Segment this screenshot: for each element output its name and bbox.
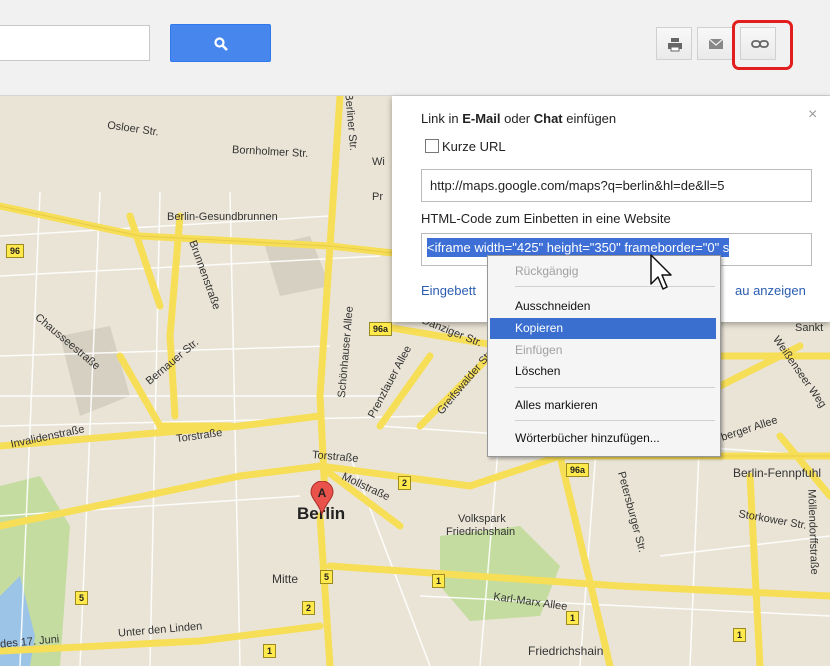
- context-menu: Rückgängig Ausschneiden Kopieren Einfüge…: [487, 255, 721, 457]
- district-label: Sankt: [795, 322, 824, 334]
- location-marker[interactable]: A: [310, 480, 334, 520]
- route-shield: 1: [566, 611, 580, 625]
- link-url-field[interactable]: http://maps.google.com/maps?q=berlin&hl=…: [421, 169, 812, 202]
- short-url-checkbox[interactable]: [425, 139, 439, 153]
- district-label: Berlin-Fennpfuhl: [733, 466, 822, 480]
- embed-code-label: HTML-Code zum Einbetten in eine Website: [421, 211, 671, 226]
- route-shield: 5: [75, 591, 89, 605]
- close-icon[interactable]: ×: [808, 106, 817, 124]
- route-shield: 5: [320, 570, 334, 584]
- route-shield: 96a: [369, 322, 393, 336]
- short-url-option[interactable]: Kurze URL: [425, 139, 506, 154]
- menu-item-delete[interactable]: Löschen: [490, 361, 716, 382]
- view-larger-map-link[interactable]: au anzeigen: [735, 283, 806, 298]
- customize-embed-link[interactable]: Eingebett: [421, 283, 476, 298]
- marker-letter: A: [318, 486, 327, 500]
- menu-item-paste[interactable]: Einfügen: [490, 340, 716, 361]
- print-button[interactable]: [656, 27, 692, 60]
- park-label: Friedrichshain: [446, 526, 516, 538]
- menu-item-cut[interactable]: Ausschneiden: [490, 296, 716, 317]
- route-shield: 1: [432, 574, 446, 588]
- menu-item-add-dictionaries[interactable]: Wörterbücher hinzufügen...: [490, 428, 716, 449]
- search-icon: [214, 37, 228, 51]
- menu-item-undo[interactable]: Rückgängig: [490, 261, 716, 282]
- menu-item-copy[interactable]: Kopieren: [490, 318, 716, 339]
- search-button[interactable]: [170, 24, 271, 62]
- print-icon: [668, 38, 682, 52]
- menu-separator: [515, 387, 715, 388]
- station-label: Berlin-Gesundbrunnen: [167, 211, 278, 223]
- route-shield: 96: [6, 244, 25, 258]
- route-shield: 2: [302, 601, 316, 615]
- menu-item-select-all[interactable]: Alles markieren: [490, 395, 716, 416]
- menu-separator: [515, 420, 715, 421]
- route-shield: 96a: [566, 463, 590, 477]
- panel-title: Link in E-Mail oder Chat einfügen: [421, 111, 617, 126]
- district-label: Mitte: [272, 572, 299, 586]
- route-shield: 2: [398, 476, 412, 490]
- park-label: Volkspark: [458, 513, 506, 525]
- menu-separator: [515, 286, 715, 287]
- link-button-highlight: [732, 20, 793, 70]
- route-shield: 1: [733, 628, 747, 642]
- route-shield: 1: [263, 644, 277, 658]
- district-label: Friedrichshain: [528, 644, 604, 658]
- street-label: Wi: [372, 156, 385, 168]
- street-label: Pr: [372, 191, 383, 203]
- email-icon: [708, 38, 724, 49]
- short-url-label: Kurze URL: [442, 139, 506, 154]
- email-button[interactable]: [697, 27, 733, 60]
- toolbar: [0, 0, 830, 96]
- search-input[interactable]: [0, 25, 150, 61]
- mouse-cursor-icon: [650, 254, 672, 290]
